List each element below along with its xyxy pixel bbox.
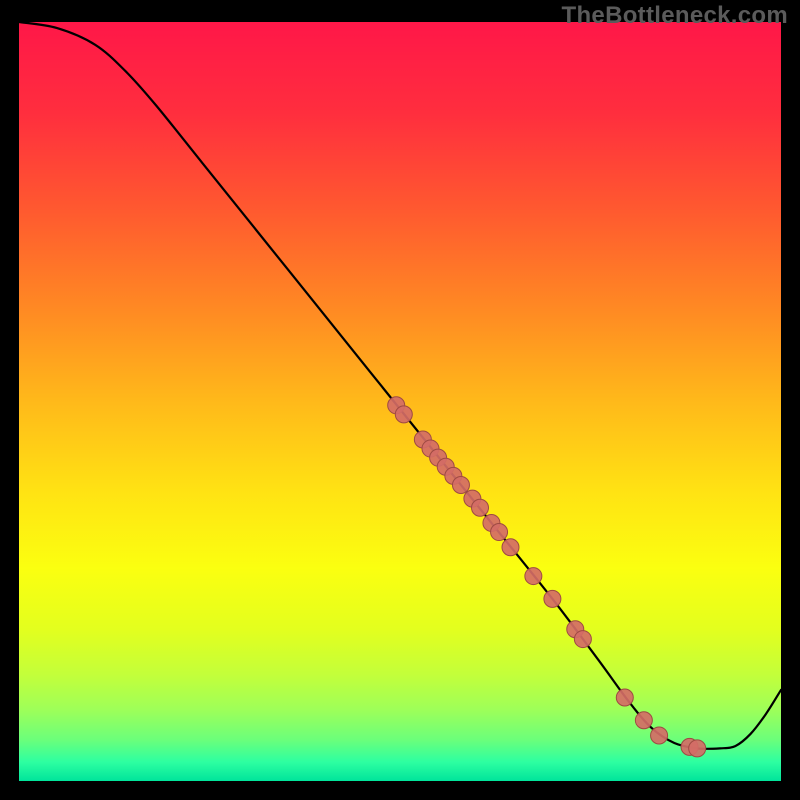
data-point: [525, 568, 542, 585]
data-point: [452, 476, 469, 493]
data-point: [574, 631, 591, 648]
data-point: [689, 740, 706, 757]
data-point: [395, 406, 412, 423]
data-point: [502, 539, 519, 556]
data-point: [472, 499, 489, 516]
chart-container: { "watermark": "TheBottleneck.com", "plo…: [0, 0, 800, 800]
data-point: [491, 524, 508, 541]
data-point: [616, 689, 633, 706]
watermark-text: TheBottleneck.com: [562, 2, 788, 30]
data-point: [635, 712, 652, 729]
bottleneck-chart: [0, 0, 800, 800]
data-point: [651, 727, 668, 744]
data-point: [544, 590, 561, 607]
